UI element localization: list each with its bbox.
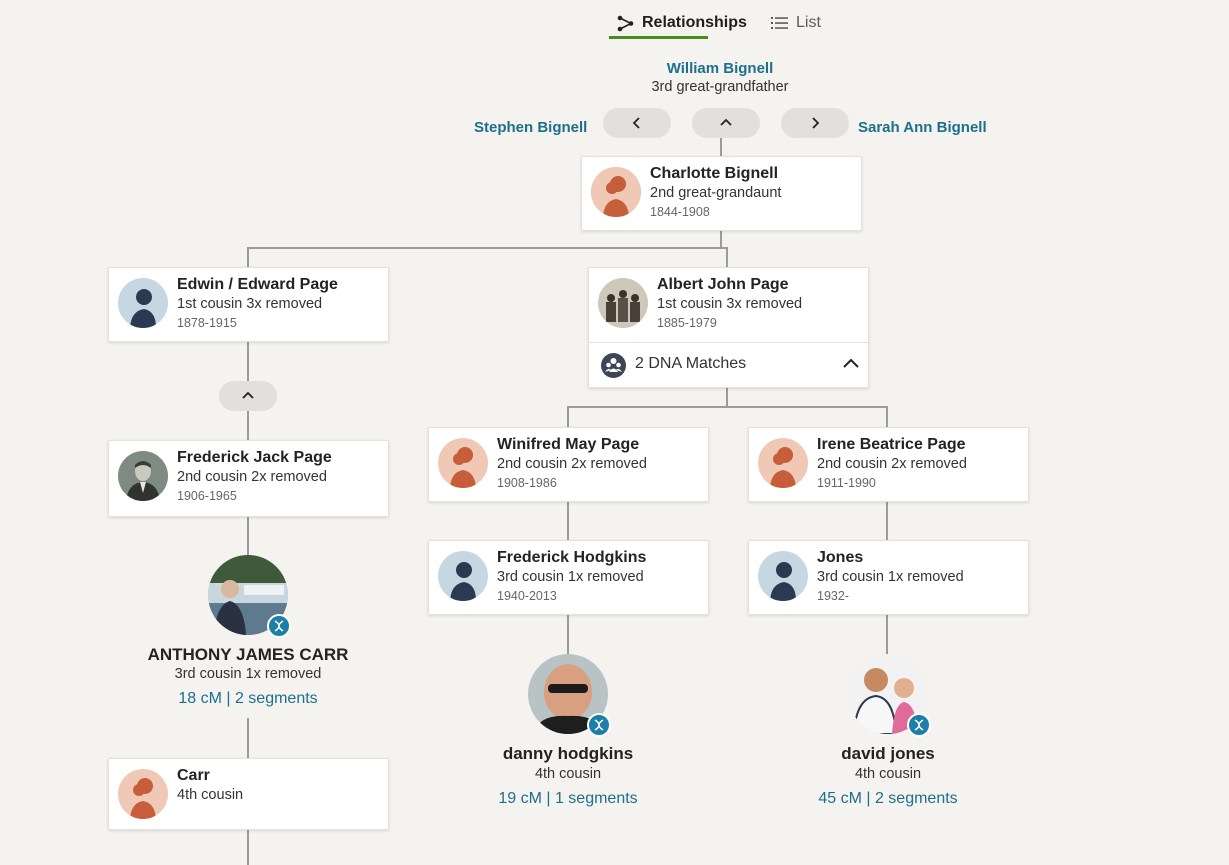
dna-matches-row[interactable]: 2 DNA Matches — [589, 342, 868, 389]
person-name: Winifred May Page — [497, 436, 640, 453]
chevron-right-icon — [812, 117, 820, 129]
tree-branch-icon — [617, 15, 634, 31]
connector-line — [247, 341, 249, 381]
person-photo — [598, 278, 648, 328]
connector-line — [886, 406, 888, 427]
male-avatar-icon — [118, 278, 168, 328]
match-relationship: 3rd cousin 1x removed — [174, 666, 322, 682]
person-name: Irene Beatrice Page — [817, 436, 966, 453]
connector-line — [247, 718, 249, 758]
connector-line — [567, 614, 569, 656]
connector-line — [247, 515, 249, 557]
chevron-up-icon[interactable] — [842, 355, 860, 373]
person-card-carr[interactable]: Carr 4th cousin — [108, 758, 389, 830]
connector-line — [726, 387, 728, 407]
connector-line — [247, 247, 249, 267]
person-card-winifred[interactable]: Winifred May Page 2nd cousin 2x removed … — [428, 427, 709, 502]
person-relationship: 2nd cousin 2x removed — [497, 456, 647, 472]
parent-up-button[interactable] — [692, 108, 760, 138]
connector-line — [567, 406, 888, 408]
connector-line — [886, 614, 888, 656]
person-card-charlotte[interactable]: Charlotte Bignell 2nd great-grandaunt 18… — [581, 156, 862, 231]
dna-helix-icon — [267, 614, 291, 638]
tab-list[interactable]: List — [771, 8, 821, 38]
person-relationship: 2nd cousin 2x removed — [817, 456, 967, 472]
connector-line — [720, 230, 722, 248]
connector-line — [247, 410, 249, 440]
female-avatar-icon — [758, 438, 808, 488]
person-name: Carr — [177, 767, 210, 784]
ancestor-name[interactable]: William Bignell — [620, 60, 820, 77]
male-avatar-icon — [758, 551, 808, 601]
person-name: Frederick Hodgkins — [497, 549, 647, 566]
person-relationship: 2nd great-grandaunt — [650, 185, 782, 201]
person-relationship: 2nd cousin 2x removed — [177, 469, 327, 485]
person-name: Charlotte Bignell — [650, 165, 779, 182]
tab-list-label: List — [796, 14, 821, 31]
person-years: 1906-1965 — [177, 489, 237, 503]
person-card-irene[interactable]: Irene Beatrice Page 2nd cousin 2x remove… — [748, 427, 1029, 502]
person-relationship: 3rd cousin 1x removed — [817, 569, 964, 585]
person-years: 1885-1979 — [657, 316, 717, 330]
person-name: Albert John Page — [657, 276, 789, 293]
person-relationship: 3rd cousin 1x removed — [497, 569, 644, 585]
person-name: Edwin / Edward Page — [177, 276, 338, 293]
person-relationship: 1st cousin 3x removed — [657, 296, 803, 312]
list-icon — [771, 17, 788, 29]
people-group-icon — [601, 353, 626, 378]
connector-line — [247, 829, 249, 865]
connector-line — [567, 501, 569, 541]
person-years: 1844-1908 — [650, 205, 710, 219]
connector-line — [720, 138, 722, 156]
match-shared-dna-link[interactable]: 19 cM | 1 segments — [418, 790, 718, 808]
person-years: 1908-1986 — [497, 476, 557, 490]
female-avatar-icon — [591, 167, 641, 217]
match-name[interactable]: danny hodgkins — [418, 744, 718, 764]
tab-relationships[interactable]: Relationships — [617, 8, 747, 38]
person-relationship: 1st cousin 3x removed — [177, 296, 323, 312]
person-years: 1932- — [817, 589, 849, 603]
female-avatar-icon — [118, 769, 168, 819]
person-photo — [118, 451, 168, 501]
next-sibling-button[interactable] — [781, 108, 849, 138]
person-name: Frederick Jack Page — [177, 449, 332, 466]
chevron-up-icon — [242, 391, 254, 399]
female-avatar-icon — [438, 438, 488, 488]
person-years: 1878-1915 — [177, 316, 237, 330]
connector-line — [726, 247, 728, 267]
dna-matches-label: 2 DNA Matches — [635, 355, 747, 372]
person-relationship: 4th cousin — [177, 787, 244, 803]
person-name: Jones — [817, 549, 864, 566]
person-card-edwin[interactable]: Edwin / Edward Page 1st cousin 3x remove… — [108, 267, 389, 342]
dna-helix-icon — [587, 713, 611, 737]
match-name[interactable]: ANTHONY JAMES CARR — [98, 645, 398, 665]
tab-relationships-label: Relationships — [642, 14, 747, 31]
sibling-left-name[interactable]: Stephen Bignell — [474, 119, 587, 136]
person-card-frederick-hodgkins[interactable]: Frederick Hodgkins 3rd cousin 1x removed… — [428, 540, 709, 615]
person-card-jones[interactable]: Jones 3rd cousin 1x removed 1932- — [748, 540, 1029, 615]
connector-line — [247, 247, 728, 249]
previous-sibling-button[interactable] — [603, 108, 671, 138]
active-tab-indicator — [609, 36, 708, 39]
person-years: 1911-1990 — [817, 476, 876, 490]
person-card-frederick-jack[interactable]: Frederick Jack Page 2nd cousin 2x remove… — [108, 440, 389, 517]
expand-generations-button[interactable] — [219, 381, 277, 411]
connector-line — [886, 501, 888, 541]
match-relationship: 4th cousin — [534, 766, 602, 782]
dna-helix-icon — [907, 713, 931, 737]
person-years: 1940-2013 — [497, 589, 557, 603]
ancestor-relationship: 3rd great-grandfather — [651, 79, 789, 95]
connector-line — [567, 406, 569, 427]
sibling-right-name[interactable]: Sarah Ann Bignell — [858, 119, 987, 136]
match-relationship: 4th cousin — [854, 766, 922, 782]
male-avatar-icon — [438, 551, 488, 601]
match-shared-dna-link[interactable]: 45 cM | 2 segments — [738, 790, 1038, 808]
match-name[interactable]: david jones — [738, 744, 1038, 764]
chevron-up-icon — [720, 118, 732, 126]
chevron-left-icon — [632, 117, 640, 129]
person-card-albert[interactable]: Albert John Page 1st cousin 3x removed 1… — [588, 267, 869, 388]
match-shared-dna-link[interactable]: 18 cM | 2 segments — [98, 690, 398, 708]
